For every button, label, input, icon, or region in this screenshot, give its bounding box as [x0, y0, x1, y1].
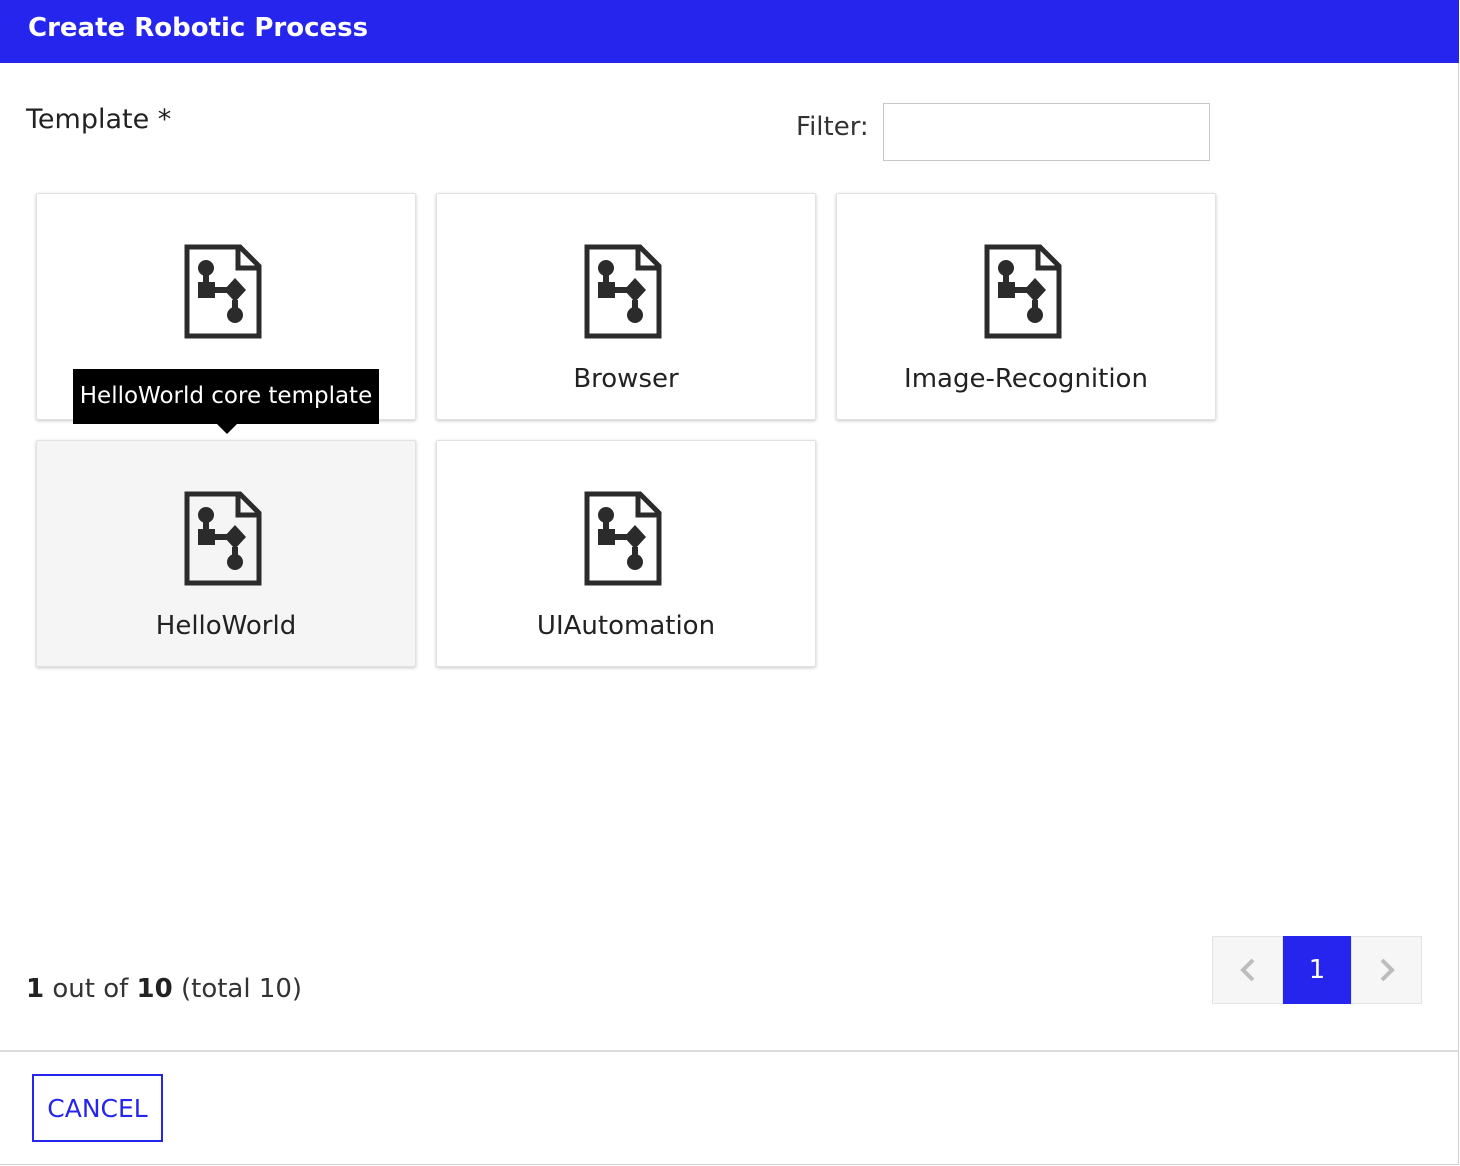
template-tooltip: HelloWorld core template: [73, 369, 379, 424]
template-card-label: HelloWorld: [155, 611, 297, 641]
pager: 1: [1212, 936, 1422, 1004]
chevron-right-icon: [1380, 958, 1395, 982]
next-page-button[interactable]: [1351, 936, 1422, 1004]
pagination-summary: 1 out of 10 (total 10): [26, 974, 302, 1004]
pagination-total: (total 10): [180, 974, 303, 1004]
process-document-icon: [584, 244, 662, 339]
tooltip-arrow: [217, 424, 237, 434]
filter-label: Filter:: [796, 112, 869, 142]
create-robotic-process-dialog: Create Robotic Process Template * Filter…: [0, 0, 1459, 1165]
template-card-image-recognition[interactable]: Image-Recognition: [836, 193, 1216, 420]
cancel-button[interactable]: CANCEL: [32, 1074, 163, 1142]
pagination-out-of: out of: [52, 974, 129, 1004]
template-card-helloworld[interactable]: HelloWorld: [36, 440, 416, 667]
process-document-icon: [584, 491, 662, 586]
pagination-pages: 10: [136, 974, 173, 1004]
pagination-current: 1: [26, 974, 45, 1004]
template-card-uiautomation[interactable]: UIAutomation: [436, 440, 816, 667]
footer-divider: [0, 1050, 1459, 1052]
template-field-label: Template *: [26, 104, 172, 135]
process-document-icon: [184, 244, 262, 339]
template-card-label: Image-Recognition: [904, 364, 1148, 394]
process-document-icon: [984, 244, 1062, 339]
process-document-icon: [184, 491, 262, 586]
dialog-title: Create Robotic Process: [0, 0, 1459, 63]
template-card-label: Browser: [573, 364, 679, 394]
template-card-label: UIAutomation: [536, 611, 716, 641]
template-card-browser[interactable]: Browser: [436, 193, 816, 420]
prev-page-button[interactable]: [1212, 936, 1283, 1004]
filter-input[interactable]: [883, 103, 1210, 161]
page-button-1[interactable]: 1: [1283, 936, 1351, 1004]
chevron-left-icon: [1239, 958, 1254, 982]
